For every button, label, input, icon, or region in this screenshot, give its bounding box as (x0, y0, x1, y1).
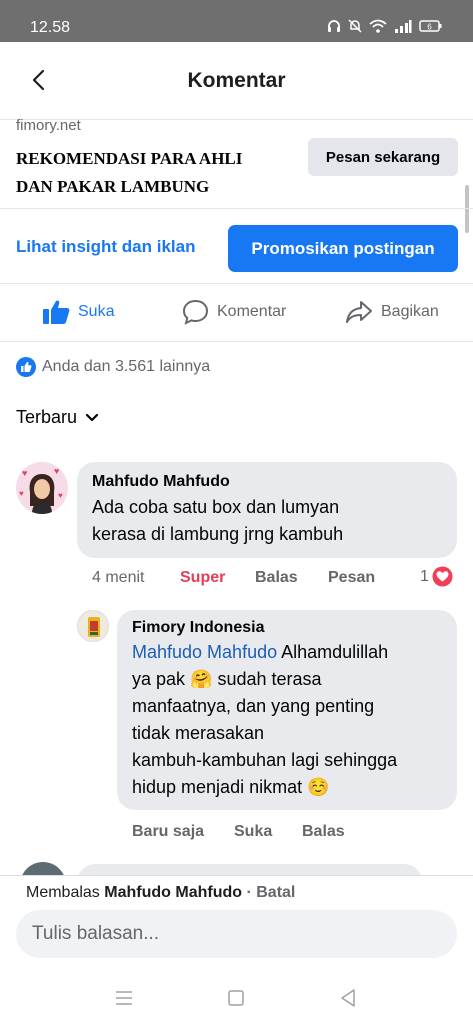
svg-text:6: 6 (427, 23, 432, 32)
reaction-count[interactable]: 1 (420, 566, 453, 587)
scrollbar[interactable] (465, 185, 469, 233)
like-label: Suka (78, 303, 115, 320)
status-bar: 12.58 6 (0, 0, 473, 42)
back-triangle-icon[interactable] (336, 986, 360, 1010)
comment-button[interactable]: Komentar (182, 296, 286, 328)
status-icons: 6 (327, 19, 443, 33)
system-nav-bar (0, 970, 473, 1024)
comment-meta: 4 menit (92, 569, 144, 587)
reply-meta: Baru saja (132, 823, 204, 841)
reply-author[interactable]: Fimory Indonesia (132, 619, 442, 637)
reply-input[interactable] (16, 910, 457, 958)
chevron-down-icon (85, 413, 99, 421)
smiling-face-emoji: ☺️ (307, 777, 330, 797)
reply-text-line: hidup menjadi nikmat ☺️ (132, 777, 330, 797)
order-now-button[interactable]: Pesan sekarang (308, 138, 458, 176)
cancel-reply-button[interactable]: Batal (256, 884, 295, 901)
home-icon[interactable] (224, 986, 248, 1010)
comment-label: Komentar (217, 303, 287, 320)
share-arrow-icon (346, 301, 372, 323)
comment-text: Ada coba satu box dan lumyan kerasa di l… (92, 494, 442, 548)
mute-bell-icon (348, 19, 362, 33)
comment-bubble[interactable]: Mahfudo Mahfudo Ada coba satu box dan lu… (77, 462, 457, 558)
hugging-face-emoji: 🤗 (190, 669, 213, 689)
replying-to-info: Membalas Mahfudo Mahfudo · Batal (26, 884, 296, 901)
ad-headline-line: REKOMENDASI PARA AHLI (16, 149, 243, 168)
svg-text:♥: ♥ (22, 468, 27, 478)
page-avatar[interactable] (77, 610, 109, 642)
reply-time: Baru saja (132, 823, 205, 840)
app-header: Komentar (0, 42, 473, 120)
page-title: Komentar (187, 69, 286, 92)
share-button[interactable]: Bagikan (345, 296, 439, 328)
svg-text:♥: ♥ (19, 489, 24, 498)
reply-to-reply-button[interactable]: Balas (302, 823, 345, 841)
signal-icon (395, 20, 412, 33)
like-reaction-icon (16, 357, 36, 377)
comment-bubble-icon (182, 299, 209, 325)
comment-author[interactable]: Mahfudo Mahfudo (92, 473, 442, 491)
message-button[interactable]: Pesan (328, 569, 375, 587)
reactions-summary[interactable]: Anda dan 3.561 lainnya (16, 357, 210, 377)
headset-icon (328, 20, 340, 32)
wifi-icon (369, 19, 387, 33)
share-label: Bagikan (381, 303, 439, 320)
heart-reaction-icon (432, 566, 453, 587)
reply-text-line: Mahfudo Mahfudo Alhamdulillah (132, 642, 389, 662)
thumbs-up-icon (43, 300, 70, 324)
avatar[interactable]: ♥ ♥ ♥ ♥ (16, 462, 68, 514)
promote-post-button[interactable]: Promosikan postingan (228, 225, 458, 272)
svg-text:♥: ♥ (58, 491, 63, 500)
super-reaction-button[interactable]: Super (180, 569, 225, 587)
reply-text-line: manfaatnya, dan yang penting (132, 696, 375, 716)
menu-icon[interactable] (112, 986, 136, 1010)
comment-text-line: Ada coba satu box dan lumyan (92, 497, 340, 517)
insights-link[interactable]: Lihat insight dan iklan (16, 237, 195, 257)
reply-bubble[interactable]: Fimory Indonesia Mahfudo Mahfudo Alhamdu… (117, 610, 457, 810)
reply-text: Mahfudo Mahfudo Alhamdulillah ya pak 🤗 s… (132, 639, 442, 801)
like-reply-button[interactable]: Suka (234, 823, 272, 841)
mention-link[interactable]: Mahfudo Mahfudo (132, 642, 277, 662)
like-button[interactable]: Suka (42, 296, 114, 328)
ad-headline: REKOMENDASI PARA AHLI DAN PAKAR LAMBUNG (16, 145, 296, 201)
sort-dropdown[interactable]: Terbaru (16, 407, 99, 428)
reactions-text: Anda dan 3.561 lainnya (42, 358, 211, 375)
ad-domain: fimory.net (16, 117, 81, 134)
reply-button[interactable]: Balas (255, 569, 298, 587)
divider (0, 341, 473, 342)
reply-composer: Membalas Mahfudo Mahfudo · Batal (0, 875, 473, 970)
status-time: 12.58 (30, 19, 71, 36)
divider (0, 208, 473, 209)
separator-dot: · (242, 884, 257, 901)
post-action-row: Suka Komentar Bagikan (0, 282, 473, 342)
battery-icon: 6 (419, 20, 442, 32)
svg-text:♥: ♥ (54, 466, 59, 476)
comment-text-line: kerasa di lambung jrng kambuh (92, 524, 344, 544)
reaction-count-value: 1 (420, 567, 429, 585)
reply-text-line: ya pak 🤗 sudah terasa (132, 669, 322, 689)
replying-to-name: Mahfudo Mahfudo (104, 884, 243, 901)
ad-headline-line: DAN PAKAR LAMBUNG (16, 177, 210, 196)
reply-text-line: tidak merasakan (132, 723, 265, 743)
comment-time: 4 menit (92, 569, 145, 586)
reply-text-line: kambuh-kambuhan lagi sehingga (132, 750, 398, 770)
sort-label: Terbaru (16, 407, 78, 427)
